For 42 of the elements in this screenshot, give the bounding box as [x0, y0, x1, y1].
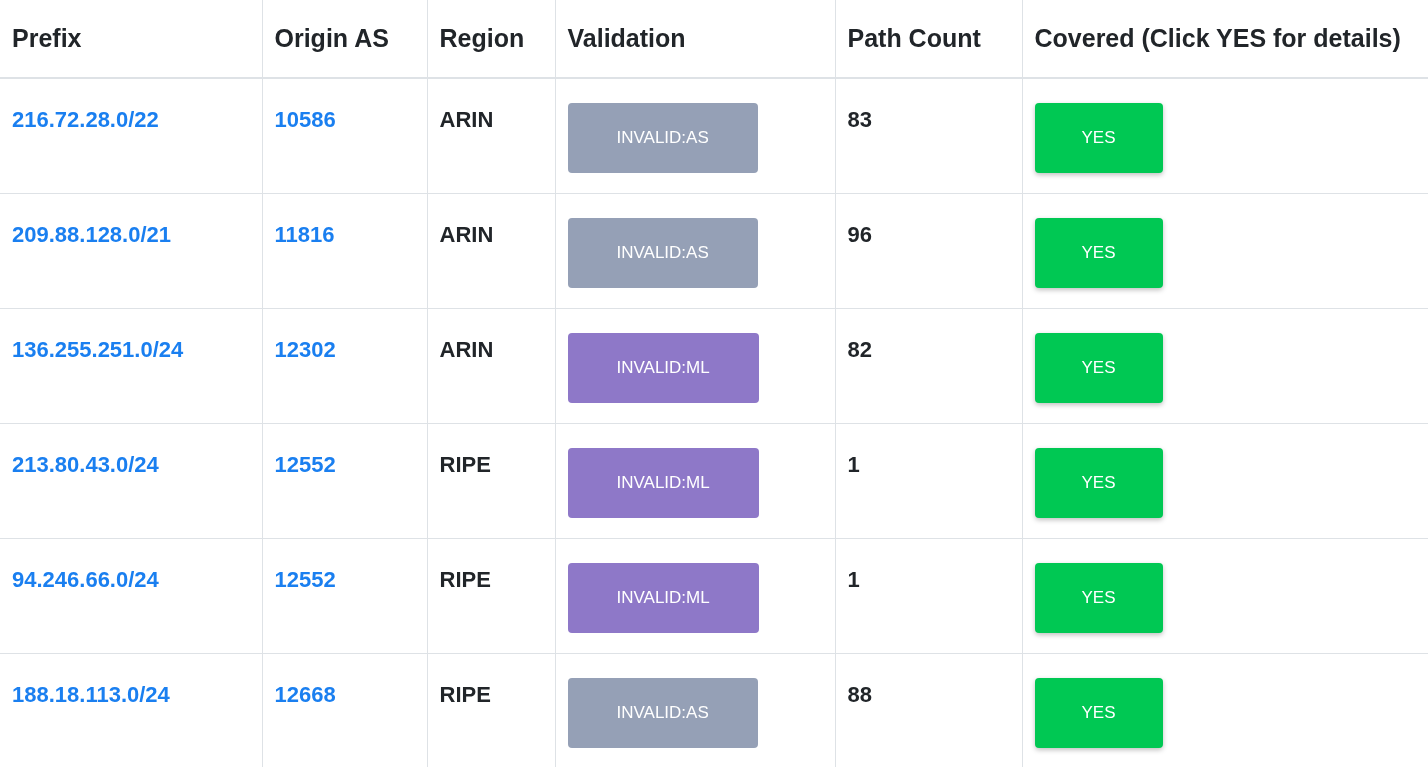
origin-as-link[interactable]: 12552 [274, 451, 336, 478]
region-cell: RIPE [439, 451, 491, 478]
column-header: Origin AS [274, 24, 389, 52]
origin-as-link[interactable]: 11816 [274, 221, 335, 248]
validation-badge: INVALID:ML [567, 332, 759, 403]
origin-as-link[interactable]: 12552 [274, 566, 336, 593]
origin-as-link[interactable]: 10586 [274, 107, 336, 133]
yes-button[interactable]: YES [1034, 447, 1163, 518]
region-cell: ARIN [439, 107, 494, 133]
yes-button[interactable]: YES [1034, 677, 1163, 748]
path-count-cell: 1 [847, 451, 860, 478]
path-count-cell: 83 [847, 107, 872, 133]
column-header: Validation [567, 24, 686, 52]
column-header: Prefix [12, 24, 82, 52]
prefix-link[interactable]: 213.80.43.0/24 [12, 451, 159, 478]
yes-button[interactable]: YES [1034, 562, 1163, 633]
validation-badge: INVALID:AS [567, 103, 758, 173]
prefix-link[interactable]: 216.72.28.0/22 [12, 107, 159, 133]
yes-button[interactable]: YES [1034, 217, 1163, 288]
path-count-cell: 82 [847, 336, 872, 363]
column-header: Region [439, 24, 525, 52]
validation-badge: INVALID:ML [567, 447, 759, 518]
yes-button[interactable]: YES [1034, 103, 1163, 173]
yes-button[interactable]: YES [1034, 332, 1163, 403]
region-cell: ARIN [439, 221, 494, 248]
validation-badge: INVALID:AS [567, 217, 758, 288]
validation-badge: INVALID:AS [567, 677, 758, 748]
path-count-cell: 88 [847, 681, 872, 708]
prefix-link[interactable]: 188.18.113.0/24 [12, 681, 170, 708]
path-count-cell: 96 [847, 221, 872, 248]
region-cell: ARIN [439, 336, 494, 363]
validation-badge: INVALID:ML [567, 562, 759, 633]
column-header: Path Count [847, 24, 981, 52]
origin-as-link[interactable]: 12302 [274, 336, 336, 363]
region-cell: RIPE [439, 681, 491, 708]
column-header: Covered (Click YES for details) [1034, 24, 1401, 52]
prefix-link[interactable]: 136.255.251.0/24 [12, 336, 184, 363]
path-count-cell: 1 [847, 566, 860, 593]
prefix-link[interactable]: 94.246.66.0/24 [12, 566, 159, 593]
origin-as-link[interactable]: 12668 [274, 681, 336, 708]
region-cell: RIPE [439, 566, 491, 593]
prefix-link[interactable]: 209.88.128.0/21 [12, 221, 172, 248]
